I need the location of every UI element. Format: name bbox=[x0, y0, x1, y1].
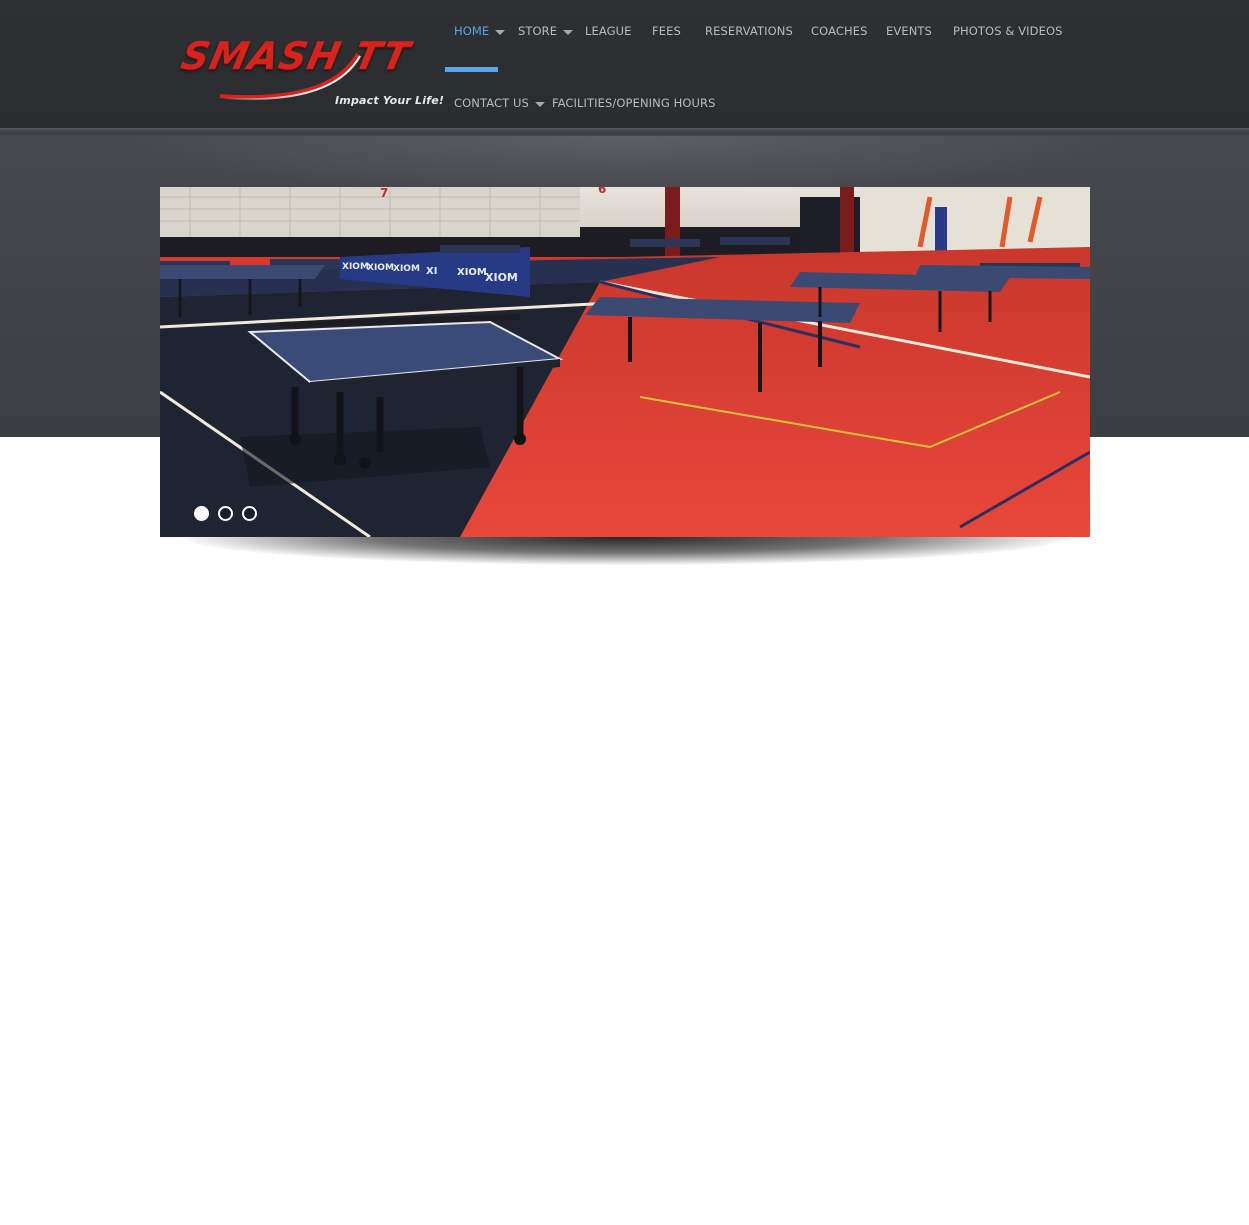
nav-contact-us-label: CONTACT US bbox=[454, 96, 529, 110]
nav-store-label: STORE bbox=[518, 24, 558, 38]
nav-events[interactable]: EVENTS bbox=[886, 24, 932, 38]
nav-league-label: LEAGUE bbox=[585, 24, 632, 38]
chevron-down-icon bbox=[534, 101, 545, 107]
logo-tagline: Impact Your Life! bbox=[335, 94, 445, 107]
slider-shadow bbox=[183, 537, 1067, 565]
nav-contact-us[interactable]: CONTACT US bbox=[454, 96, 545, 110]
pole-number: 7 bbox=[380, 187, 388, 200]
nav-photos-videos[interactable]: PHOTOS & VIDEOS bbox=[953, 24, 1063, 38]
nav-facilities-hours-label: FACILITIES/OPENING HOURS bbox=[552, 96, 716, 110]
nav-home[interactable]: HOME bbox=[454, 24, 506, 38]
slider-dot-2[interactable] bbox=[218, 506, 233, 521]
pole-number: 6 bbox=[598, 187, 606, 196]
nav-fees[interactable]: FEES bbox=[652, 24, 681, 38]
nav-reservations[interactable]: RESERVATIONS bbox=[705, 24, 793, 38]
chevron-down-icon bbox=[563, 29, 574, 35]
slide-image-table-tennis-hall: XIOM XIOM XIOM XI XIOM XIOM 7 6 bbox=[160, 187, 1090, 537]
banner-text: XIOM bbox=[342, 262, 369, 272]
nav-facilities-hours[interactable]: FACILITIES/OPENING HOURS bbox=[552, 96, 716, 110]
nav-coaches[interactable]: COACHES bbox=[811, 24, 868, 38]
banner-text: XIOM bbox=[393, 264, 420, 274]
banner-text: XIOM bbox=[485, 271, 518, 284]
banner-text: XIOM bbox=[367, 263, 394, 273]
logo-wordmark: SMASH TT bbox=[177, 34, 415, 78]
nav-coaches-label: COACHES bbox=[811, 24, 868, 38]
site-logo[interactable]: SMASH TT Impact Your Life! bbox=[177, 34, 444, 110]
banner-text: XIOM bbox=[457, 267, 487, 278]
nav-events-label: EVENTS bbox=[886, 24, 932, 38]
nav-store[interactable]: STORE bbox=[518, 24, 574, 38]
chevron-down-icon bbox=[495, 29, 506, 35]
slider-dot-3[interactable] bbox=[242, 506, 257, 521]
nav-active-indicator bbox=[445, 67, 498, 72]
slider-dot-1[interactable] bbox=[194, 506, 209, 521]
nav-league[interactable]: LEAGUE bbox=[585, 24, 632, 38]
nav-fees-label: FEES bbox=[652, 24, 681, 38]
banner-text: XI bbox=[426, 266, 437, 277]
nav-home-label: HOME bbox=[454, 24, 490, 38]
header-divider bbox=[0, 128, 1249, 136]
nav-photos-videos-label: PHOTOS & VIDEOS bbox=[953, 24, 1063, 38]
nav-reservations-label: RESERVATIONS bbox=[705, 24, 793, 38]
hero-slider[interactable]: XIOM XIOM XIOM XI XIOM XIOM 7 6 bbox=[160, 187, 1090, 537]
